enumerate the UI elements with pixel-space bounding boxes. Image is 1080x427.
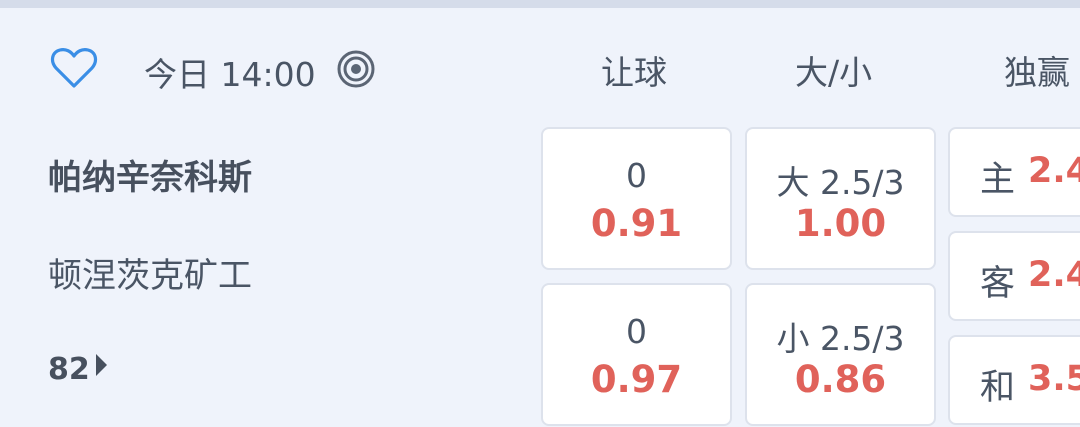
handicap-away-odds-button[interactable]: 0 0.97 <box>541 283 732 426</box>
moneyline-home-label: 主 <box>980 160 1016 200</box>
over-line: 大 2.5/3 <box>776 163 905 202</box>
over-odds-button[interactable]: 大 2.5/3 1.00 <box>745 127 936 270</box>
handicap-home-odds-button[interactable]: 0 0.91 <box>541 127 732 270</box>
column-header-moneyline: 独赢 <box>1004 53 1070 92</box>
match-time: 今日 14:00 <box>144 55 316 94</box>
handicap-home-line: 0 <box>626 156 647 195</box>
over-odds: 1.00 <box>794 202 887 245</box>
heart-outline-icon[interactable] <box>50 46 98 90</box>
moneyline-home-button[interactable]: 主 2.4 <box>948 127 1080 217</box>
column-header-handicap: 让球 <box>601 53 667 92</box>
moneyline-away-button[interactable]: 客 2.4 <box>948 231 1080 321</box>
more-markets-button[interactable]: 82 <box>48 352 107 387</box>
away-team-name: 顿涅茨克矿工 <box>48 256 252 296</box>
moneyline-draw-odds: 3.5 <box>1028 359 1080 399</box>
moneyline-away-odds: 2.4 <box>1028 255 1080 295</box>
column-header-over-under: 大/小 <box>795 53 873 92</box>
more-markets-count: 82 <box>48 352 90 387</box>
moneyline-home-odds: 2.4 <box>1028 151 1080 191</box>
target-icon[interactable] <box>336 49 376 89</box>
moneyline-draw-button[interactable]: 和 3.5 <box>948 335 1080 425</box>
match-header: 今日 14:00 让球 大/小 独赢 <box>0 8 1080 118</box>
under-odds: 0.86 <box>794 358 887 401</box>
handicap-away-line: 0 <box>626 312 647 351</box>
under-odds-button[interactable]: 小 2.5/3 0.86 <box>745 283 936 426</box>
caret-right-icon <box>95 354 107 376</box>
moneyline-draw-label: 和 <box>980 368 1016 408</box>
top-divider <box>0 0 1080 8</box>
handicap-home-odds: 0.91 <box>590 202 683 245</box>
handicap-away-odds: 0.97 <box>590 358 683 401</box>
under-line: 小 2.5/3 <box>776 319 905 358</box>
home-team-name: 帕纳辛奈科斯 <box>48 158 252 198</box>
moneyline-away-label: 客 <box>980 264 1016 304</box>
